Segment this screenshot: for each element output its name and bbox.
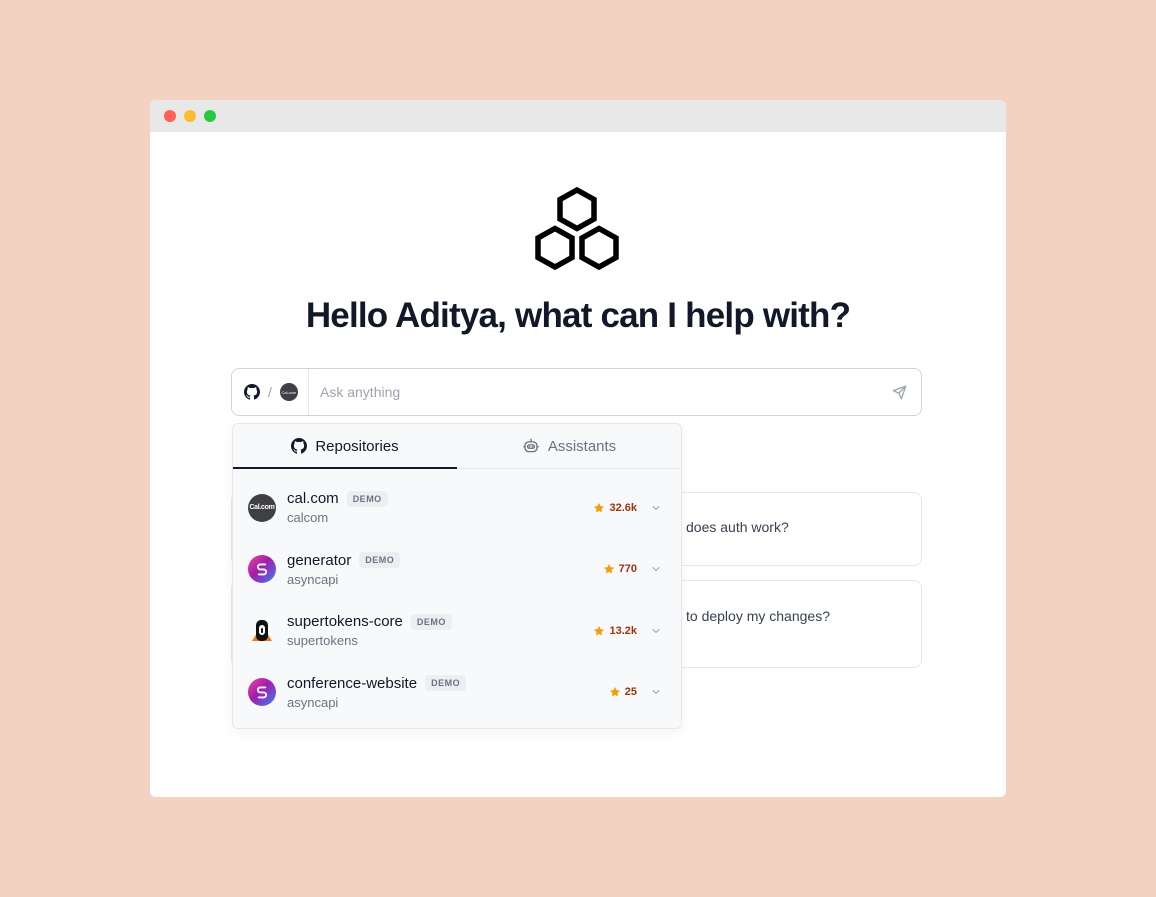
context-selector[interactable]: / Cal.com bbox=[232, 369, 309, 415]
repository-name: generator bbox=[287, 551, 352, 569]
github-icon bbox=[244, 384, 260, 400]
hexagon-logo-icon bbox=[535, 186, 619, 271]
asyncapi-logo-icon bbox=[256, 563, 268, 576]
repository-name: conference-website bbox=[287, 674, 418, 692]
repository-name: supertokens-core bbox=[287, 613, 403, 631]
star-count: 25 bbox=[609, 686, 637, 698]
asyncapi-avatar bbox=[248, 678, 276, 707]
repository-item[interactable]: supertokens-core DEMO supertokens 13.2k bbox=[233, 600, 681, 662]
repository-name: cal.com bbox=[287, 490, 339, 508]
calcom-avatar: Cal.com bbox=[248, 493, 276, 522]
supertokens-logo-icon bbox=[252, 619, 272, 641]
star-count-value: 25 bbox=[624, 686, 637, 699]
star-count: 770 bbox=[603, 563, 637, 575]
chevron-down-icon bbox=[652, 690, 660, 695]
repository-item[interactable]: Cal.com cal.com DEMO calcom 32.6k bbox=[233, 477, 681, 539]
repository-item[interactable]: generator DEMO asyncapi 770 bbox=[233, 539, 681, 601]
star-count-value: 13.2k bbox=[609, 624, 637, 637]
star-icon bbox=[594, 502, 605, 513]
tab-label: Assistants bbox=[547, 437, 617, 455]
context-dropdown: Repositories Assistants Cal.com cal.com … bbox=[232, 423, 682, 729]
expand-repository-button[interactable] bbox=[649, 562, 663, 576]
star-icon bbox=[603, 564, 614, 574]
star-count: 32.6k bbox=[593, 502, 637, 514]
chevron-down-icon bbox=[652, 567, 660, 572]
supertokens-avatar bbox=[248, 617, 276, 645]
ask-box: / Cal.com bbox=[231, 368, 922, 416]
expand-repository-button[interactable] bbox=[649, 624, 663, 638]
page-title: Hello Aditya, what can I help with? bbox=[305, 296, 851, 335]
expand-repository-button[interactable] bbox=[649, 501, 663, 515]
calcom-avatar: Cal.com bbox=[279, 383, 298, 401]
demo-badge: DEMO bbox=[425, 675, 467, 692]
ask-input[interactable] bbox=[309, 369, 877, 415]
chevron-down-icon bbox=[652, 505, 660, 510]
star-count-value: 32.6k bbox=[609, 501, 637, 514]
demo-badge: DEMO bbox=[410, 613, 452, 630]
asyncapi-logo-icon bbox=[256, 686, 268, 699]
tab-assistants[interactable]: Assistants bbox=[457, 424, 681, 468]
tab-label: Repositories bbox=[315, 437, 399, 455]
send-icon bbox=[892, 385, 906, 399]
maximize-window-button[interactable] bbox=[204, 110, 216, 122]
star-count-value: 770 bbox=[618, 563, 637, 576]
expand-repository-button[interactable] bbox=[649, 685, 663, 699]
close-window-button[interactable] bbox=[164, 110, 176, 122]
repository-item[interactable]: conference-website DEMO asyncapi 25 bbox=[233, 662, 681, 724]
demo-badge: DEMO bbox=[346, 490, 388, 507]
suggestion-text: to deploy my changes? bbox=[686, 608, 830, 624]
repository-owner: supertokens bbox=[287, 633, 358, 649]
tab-repositories[interactable]: Repositories bbox=[233, 424, 457, 469]
star-count: 13.2k bbox=[593, 625, 637, 637]
suggestion-text: does auth work? bbox=[686, 519, 789, 535]
star-icon bbox=[594, 625, 605, 636]
star-icon bbox=[609, 687, 620, 697]
dropdown-tabs: Repositories Assistants bbox=[233, 424, 681, 469]
minimize-window-button[interactable] bbox=[184, 110, 196, 122]
repository-owner: asyncapi bbox=[287, 571, 339, 587]
repository-owner: calcom bbox=[287, 510, 329, 526]
send-button[interactable] bbox=[877, 369, 921, 415]
chevron-down-icon bbox=[652, 628, 660, 633]
repository-owner: asyncapi bbox=[287, 694, 339, 710]
github-icon bbox=[291, 438, 308, 454]
robot-icon bbox=[523, 438, 539, 453]
window-titlebar bbox=[150, 100, 1006, 132]
repository-list: Cal.com cal.com DEMO calcom 32.6k genera… bbox=[233, 469, 681, 723]
demo-badge: DEMO bbox=[359, 552, 401, 569]
browser-window: Hello Aditya, what can I help with? / Ca… bbox=[150, 100, 1006, 797]
asyncapi-avatar bbox=[248, 555, 276, 584]
context-separator: / bbox=[268, 384, 272, 400]
